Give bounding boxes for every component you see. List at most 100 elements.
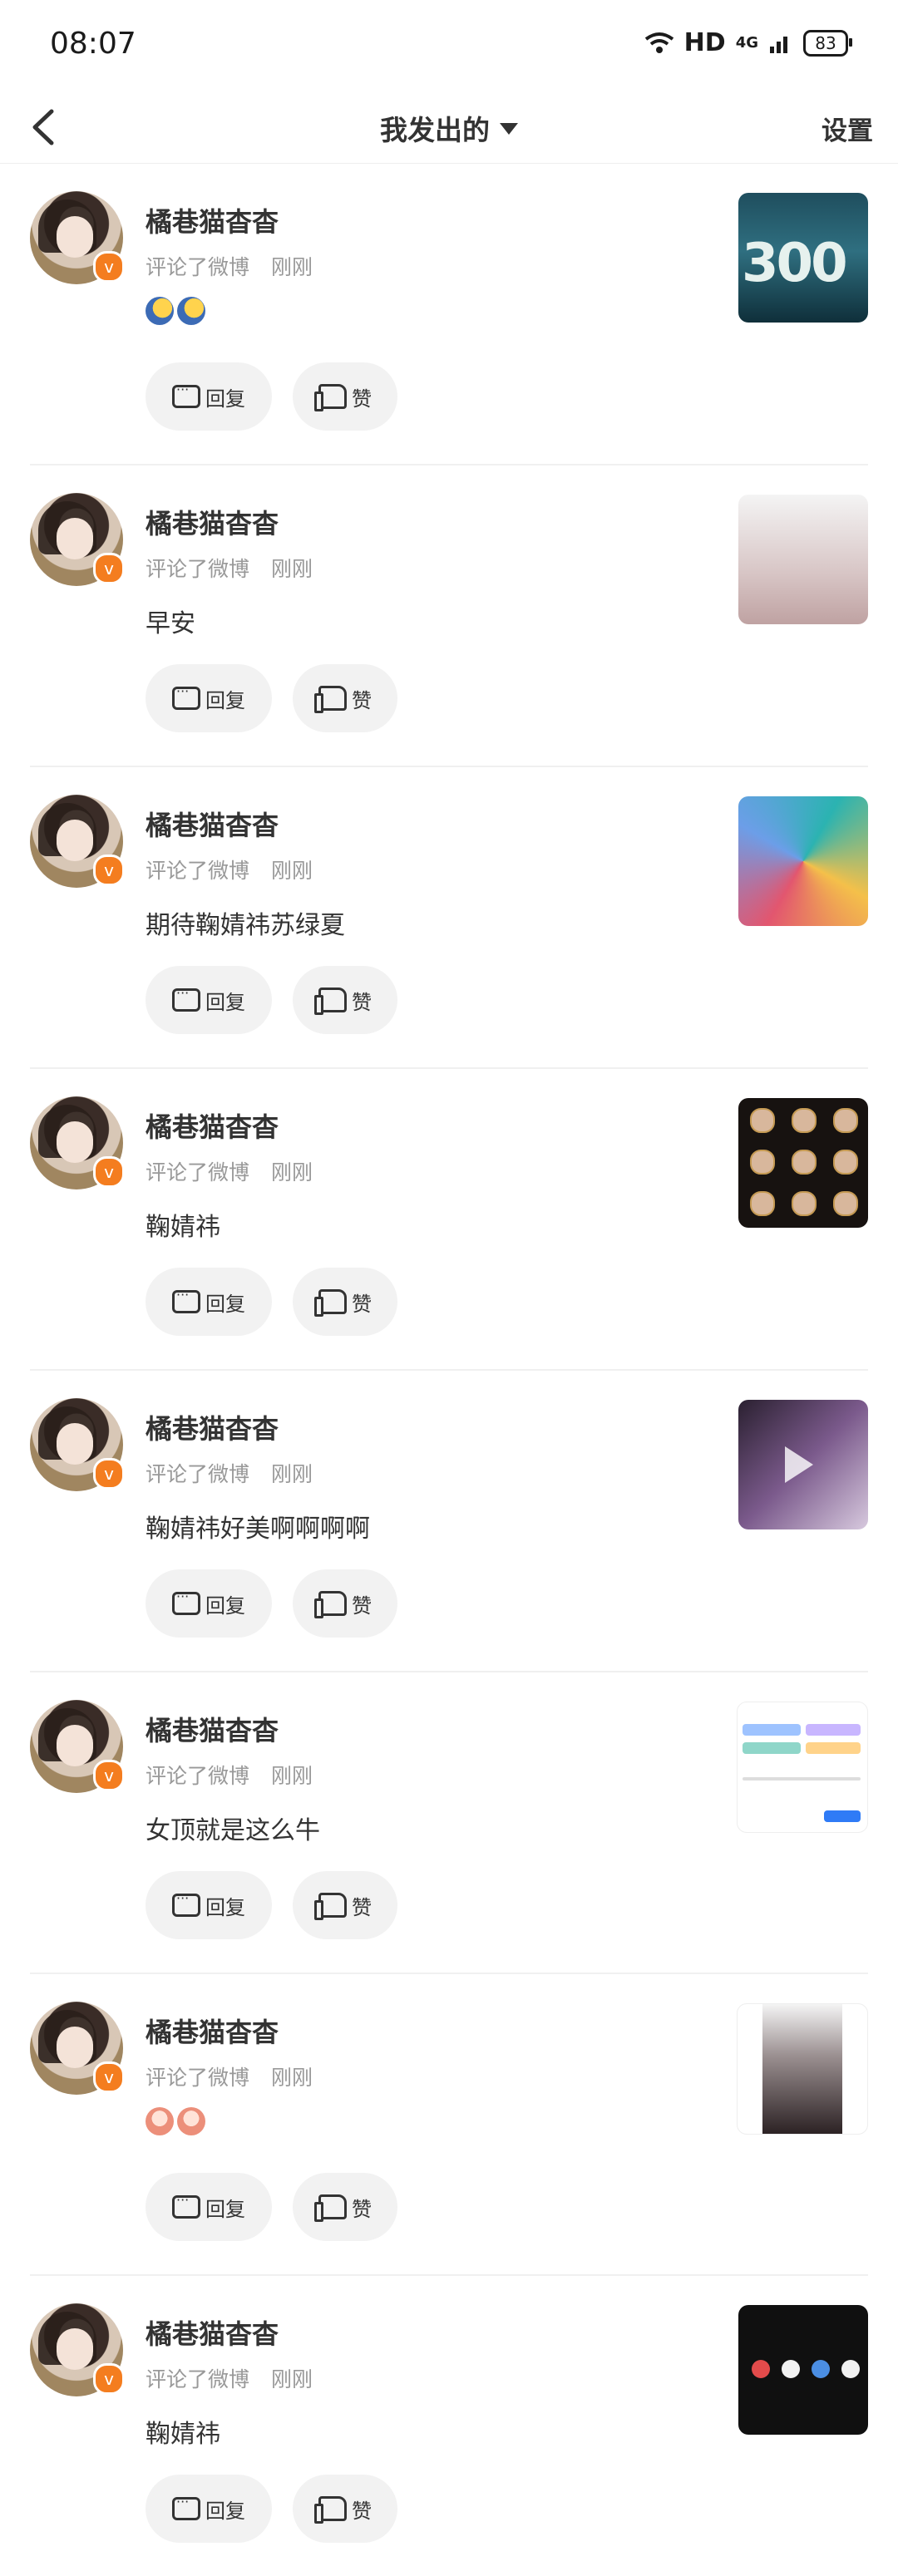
comment-item[interactable]: v 橘巷猫杳杳 评论了微博刚刚 300 回复 赞: [30, 164, 868, 465]
like-label: 赞: [352, 1895, 372, 1919]
post-thumbnail[interactable]: [738, 1098, 868, 1228]
settings-button[interactable]: 设置: [822, 110, 873, 147]
video-thumbnail[interactable]: [738, 1400, 868, 1529]
comment-emoji: [146, 2107, 205, 2135]
comment-text: 鞠婧祎: [146, 1213, 220, 1242]
thumbs-up-icon: [314, 1893, 347, 1920]
like-button[interactable]: 赞: [293, 1871, 397, 1939]
verified-badge-icon: v: [93, 1458, 125, 1490]
network-type: HD: [683, 28, 726, 57]
post-meta: 评论了微博 刚刚: [146, 1760, 313, 1790]
post-thumbnail[interactable]: [737, 2003, 868, 2135]
thumbs-up-icon: [314, 988, 347, 1015]
post-thumbnail[interactable]: [738, 796, 868, 926]
comment-item[interactable]: v 橘巷猫杳杳 评论了微博刚刚 期待鞠婧祎苏绿夏 回复 赞: [30, 767, 868, 1069]
thumbs-up-icon: [314, 1591, 347, 1618]
comment-item[interactable]: v 橘巷猫杳杳 评论了微博刚刚 早安 回复 赞: [30, 465, 868, 767]
comment-icon: [172, 1890, 200, 1917]
action-text: 评论了微博: [146, 2367, 250, 2391]
post-meta: 评论了微博 刚刚: [146, 1458, 313, 1488]
reply-button[interactable]: 回复: [146, 1871, 272, 1939]
post-thumbnail[interactable]: [737, 1702, 868, 1833]
like-button[interactable]: 赞: [293, 362, 397, 431]
like-label: 赞: [352, 387, 372, 411]
action-text: 评论了微博: [146, 557, 250, 581]
like-button[interactable]: 赞: [293, 664, 397, 732]
page-title[interactable]: 我发出的: [0, 108, 898, 148]
like-button[interactable]: 赞: [293, 2173, 397, 2241]
comment-text: 鞠婧祎: [146, 2420, 220, 2449]
like-label: 赞: [352, 990, 372, 1014]
post-thumbnail[interactable]: 300: [738, 193, 868, 323]
action-text: 评论了微博: [146, 1160, 250, 1185]
action-text: 评论了微博: [146, 1764, 250, 1788]
comment-text: 女顶就是这么牛: [146, 1816, 320, 1845]
post-meta: 评论了微博 刚刚: [146, 855, 313, 884]
thumbs-up-icon: [314, 2194, 347, 2222]
comment-item[interactable]: v 橘巷猫杳杳 评论了微博刚刚 鞠婧祎好美啊啊啊啊 回复 赞: [30, 1371, 868, 1672]
like-label: 赞: [352, 1292, 372, 1316]
user-name[interactable]: 橘巷猫杳杳: [146, 201, 279, 239]
reply-button[interactable]: 回复: [146, 1569, 272, 1638]
comment-icon: [172, 1588, 200, 1615]
reply-button[interactable]: 回复: [146, 1268, 272, 1336]
peach-emoji-icon: [146, 2107, 174, 2135]
user-name[interactable]: 橘巷猫杳杳: [146, 503, 279, 541]
page-title-label: 我发出的: [380, 114, 490, 146]
reply-label: 回复: [205, 387, 245, 411]
user-name[interactable]: 橘巷猫杳杳: [146, 1106, 279, 1145]
post-thumbnail[interactable]: [738, 2305, 868, 2435]
post-thumbnail[interactable]: [738, 495, 868, 624]
reply-label: 回复: [205, 990, 245, 1014]
reply-button[interactable]: 回复: [146, 966, 272, 1034]
thumbs-up-icon: [314, 1289, 347, 1317]
comment-item[interactable]: v 橘巷猫杳杳 评论了微博刚刚 女顶就是这么牛 回复 赞: [30, 1672, 868, 1974]
verified-badge-icon: v: [93, 2363, 125, 2395]
battery-level: 83: [815, 32, 836, 53]
comment-icon: [172, 382, 200, 408]
user-name[interactable]: 橘巷猫杳杳: [146, 2313, 279, 2352]
comment-item[interactable]: v 橘巷猫杳杳 评论了微博刚刚 鞠婧祎 回复 赞: [30, 2276, 868, 2576]
reply-label: 回复: [205, 688, 245, 712]
timestamp: 刚刚: [271, 1160, 313, 1185]
nav-bar: 我发出的 设置: [0, 91, 898, 164]
comment-text: 期待鞠婧祎苏绿夏: [146, 911, 345, 940]
like-button[interactable]: 赞: [293, 966, 397, 1034]
user-name[interactable]: 橘巷猫杳杳: [146, 2012, 279, 2050]
timestamp: 刚刚: [271, 2066, 313, 2090]
status-bar: 08:07 HD 4G 83: [0, 0, 898, 91]
reply-button[interactable]: 回复: [146, 2173, 272, 2241]
reply-button[interactable]: 回复: [146, 2475, 272, 2543]
like-label: 赞: [352, 1593, 372, 1618]
comment-icon: [172, 985, 200, 1012]
reply-button[interactable]: 回复: [146, 362, 272, 431]
verified-badge-icon: v: [93, 855, 125, 886]
user-name[interactable]: 橘巷猫杳杳: [146, 1710, 279, 1748]
timestamp: 刚刚: [271, 859, 313, 883]
reply-button[interactable]: 回复: [146, 664, 272, 732]
comment-icon: [172, 2192, 200, 2219]
like-button[interactable]: 赞: [293, 2475, 397, 2543]
wifi-icon: [644, 32, 674, 53]
thumbnail-text: 300: [742, 233, 848, 294]
peach-emoji-icon: [177, 2107, 205, 2135]
signal-type: 4G: [735, 34, 758, 52]
status-icons: HD 4G 83: [644, 28, 852, 57]
comment-text: 鞠婧祎好美啊啊啊啊: [146, 1515, 370, 1544]
comment-item[interactable]: v 橘巷猫杳杳 评论了微博刚刚 回复 赞: [30, 1974, 868, 2276]
like-label: 赞: [352, 688, 372, 712]
like-button[interactable]: 赞: [293, 1268, 397, 1336]
like-button[interactable]: 赞: [293, 1569, 397, 1638]
comment-feed: v 橘巷猫杳杳 评论了微博刚刚 300 回复 赞 v 橘巷猫杳杳 评论了微博刚刚…: [0, 164, 898, 2576]
timestamp: 刚刚: [271, 1764, 313, 1788]
user-name[interactable]: 橘巷猫杳杳: [146, 805, 279, 843]
action-text: 评论了微博: [146, 859, 250, 883]
comment-item[interactable]: v 橘巷猫杳杳 评论了微博刚刚 鞠婧祎 回复 赞: [30, 1069, 868, 1371]
cheer-emoji-icon: [146, 297, 174, 325]
post-meta: 评论了微博 刚刚: [146, 1156, 313, 1186]
like-label: 赞: [352, 2197, 372, 2221]
user-name[interactable]: 橘巷猫杳杳: [146, 1408, 279, 1446]
thumbs-up-icon: [314, 2496, 347, 2524]
verified-badge-icon: v: [93, 251, 125, 283]
dropdown-caret-icon: [500, 122, 518, 135]
